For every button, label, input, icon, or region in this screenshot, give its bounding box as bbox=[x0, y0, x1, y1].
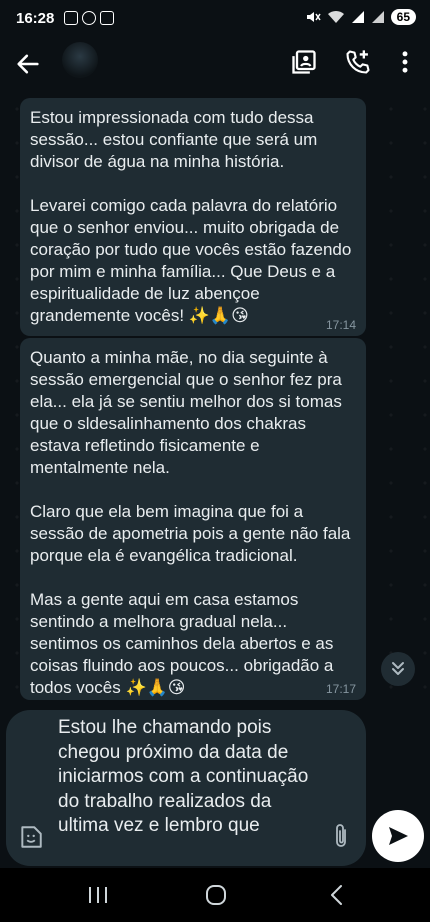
system-icons: 65 bbox=[305, 9, 416, 25]
double-chevron-down-icon bbox=[392, 662, 404, 675]
notification-icons bbox=[64, 11, 115, 25]
recent-apps-icon[interactable] bbox=[84, 882, 112, 908]
arrow-left-icon[interactable] bbox=[14, 50, 42, 78]
message-text: Quanto a minha mãe, no dia seguinte à se… bbox=[30, 348, 351, 697]
sticker-icon[interactable] bbox=[18, 824, 44, 850]
screenshot-icon bbox=[64, 11, 79, 25]
message-text: Estou impressionada com tudo dessa sessã… bbox=[30, 108, 352, 325]
mute-icon bbox=[306, 12, 321, 22]
chat-header bbox=[0, 36, 430, 92]
add-call-icon[interactable] bbox=[344, 48, 372, 76]
send-button[interactable] bbox=[372, 810, 424, 862]
wifi-icon bbox=[327, 10, 344, 23]
message-time: 17:17 bbox=[325, 682, 356, 696]
message-input[interactable]: Estou lhe chamando pois chegou próximo d… bbox=[58, 716, 320, 839]
paperclip-icon[interactable] bbox=[328, 822, 354, 850]
message-list[interactable]: Estou impressionada com tudo dessa sessã… bbox=[0, 92, 430, 704]
home-icon[interactable] bbox=[202, 882, 230, 908]
app-icon bbox=[100, 11, 115, 25]
signal-icon bbox=[351, 11, 364, 23]
more-vert-icon[interactable] bbox=[391, 48, 419, 76]
message-composer[interactable]: Estou lhe chamando pois chegou próximo d… bbox=[6, 710, 366, 866]
status-time: 16:28 bbox=[16, 9, 55, 27]
system-navigation-bar bbox=[0, 868, 430, 922]
whatsapp-icon bbox=[82, 11, 97, 25]
message-time: 17:14 bbox=[325, 318, 356, 332]
message-bubble[interactable]: Quanto a minha mãe, no dia seguinte à se… bbox=[20, 338, 366, 700]
contact-card-icon[interactable] bbox=[290, 48, 318, 76]
contact-avatar[interactable] bbox=[62, 42, 98, 78]
battery-level: 65 bbox=[390, 9, 416, 25]
back-nav-icon[interactable] bbox=[322, 882, 350, 908]
status-bar: 16:28 65 bbox=[0, 0, 430, 36]
signal-icon bbox=[371, 11, 384, 23]
send-icon bbox=[389, 827, 408, 845]
scroll-to-bottom-button[interactable] bbox=[381, 652, 415, 686]
message-bubble[interactable]: Estou impressionada com tudo dessa sessã… bbox=[20, 98, 366, 336]
